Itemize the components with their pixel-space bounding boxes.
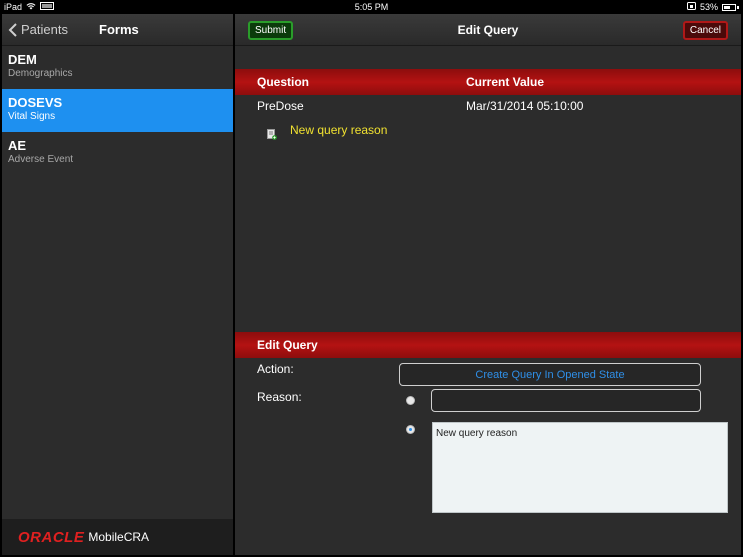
form-item-dem[interactable]: DEM Demographics [2,46,233,89]
query-reason-row: New query reason [235,117,741,147]
current-value-cell: Mar/31/2014 05:10:00 [466,99,584,113]
form-description: Adverse Event [8,154,74,165]
status-time: 5:05 PM [354,2,389,12]
form-code: DEM [8,52,37,67]
current-value-column-header: Current Value [466,75,545,89]
question-cell: PreDose [257,99,304,113]
table-row: PreDose Mar/31/2014 05:10:00 [235,95,741,117]
form-description: Demographics [8,68,73,79]
page-title: Edit Query [457,22,519,37]
form-code: AE [8,138,27,153]
form-description: Vital Signs [8,111,56,122]
chevron-left-icon [8,22,17,37]
reason-input[interactable] [431,389,701,412]
forms-title: Forms [99,22,139,37]
edit-query-nav-bar: Submit Edit Query Cancel [235,14,741,46]
query-table-header: Question Current Value [235,69,741,95]
network-icon [40,2,55,12]
edit-query-section-title: Edit Query [257,338,318,352]
edit-query-panel: Submit Edit Query Cancel Question Curren… [235,14,741,555]
back-label: Patients [21,22,68,37]
back-button[interactable]: Patients [2,22,68,37]
form-item-ae[interactable]: AE Adverse Event [2,132,233,175]
lock-rotation-icon [686,2,696,12]
edit-query-section-header: Edit Query [235,332,741,358]
reason-label: Reason: [257,390,302,404]
oracle-logo: ORACLE [18,528,85,546]
action-label: Action: [257,362,294,376]
app-footer: ORACLE MobileCRA [2,519,233,555]
wifi-icon [26,2,36,12]
battery-percent: 53% [699,2,718,12]
action-select-button[interactable]: Create Query In Opened State [399,363,701,386]
battery-icon [722,3,736,11]
status-bar: iPad 5:05 PM 53% [0,0,743,14]
question-column-header: Question [257,75,310,89]
forms-nav-bar: Patients Forms [2,14,233,46]
form-item-dosevs[interactable]: DOSEVS Vital Signs [2,89,233,132]
submit-button[interactable]: Submit [248,21,294,40]
battery-tip [737,5,739,9]
reason-textarea[interactable]: New query reason [432,422,728,513]
product-name: MobileCRA [88,530,150,544]
form-code: DOSEVS [8,95,63,110]
reason-option-radio[interactable] [406,396,415,405]
custom-reason-radio[interactable] [406,425,415,434]
cancel-button[interactable]: Cancel [682,21,728,40]
add-note-icon [267,129,277,140]
device-label: iPad [4,2,23,12]
forms-panel: Patients Forms DEM Demographics DOSEVS V… [2,14,233,555]
new-query-reason-link[interactable]: New query reason [290,123,387,137]
